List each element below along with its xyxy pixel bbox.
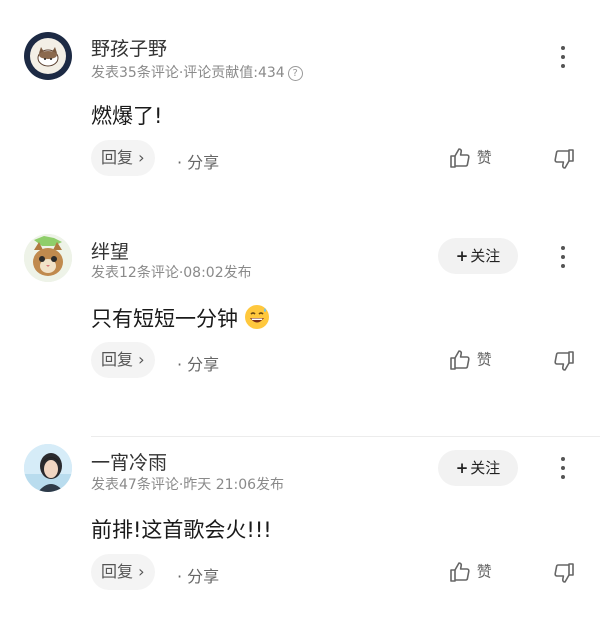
thumbs-up-icon bbox=[450, 350, 470, 370]
plus-icon: + bbox=[455, 247, 469, 265]
like-button[interactable]: 赞 bbox=[448, 348, 492, 372]
comment-meta: 发表12条评论·08:02发布 bbox=[91, 265, 252, 281]
like-label: 赞 bbox=[476, 562, 492, 581]
like-label: 赞 bbox=[476, 148, 492, 167]
avatar[interactable] bbox=[24, 234, 72, 282]
comment-meta: 发表47条评论·昨天 21:06发布 bbox=[91, 477, 285, 493]
avatar[interactable] bbox=[24, 444, 72, 492]
username[interactable]: 一宵冷雨 bbox=[91, 448, 167, 475]
share-button[interactable]: · 分享 bbox=[177, 563, 219, 587]
dislike-button[interactable] bbox=[552, 349, 576, 373]
thumbs-up-icon bbox=[450, 562, 470, 582]
comment-text: 前排!这首歌会火!!! bbox=[91, 518, 272, 542]
share-button[interactable]: · 分享 bbox=[177, 351, 219, 375]
follow-label: 关注 bbox=[470, 247, 501, 265]
like-button[interactable]: 赞 bbox=[448, 146, 492, 170]
thumbs-down-icon bbox=[554, 351, 574, 371]
more-options-icon[interactable] bbox=[560, 246, 566, 270]
dislike-button[interactable] bbox=[552, 561, 576, 585]
divider bbox=[91, 436, 600, 437]
like-label: 赞 bbox=[476, 350, 492, 369]
dislike-button[interactable] bbox=[552, 147, 576, 171]
thumbs-down-icon bbox=[554, 149, 574, 169]
username[interactable]: 绊望 bbox=[91, 237, 129, 264]
reply-button[interactable]: 回复 › bbox=[91, 342, 155, 378]
thumbs-down-icon bbox=[554, 563, 574, 583]
follow-button[interactable]: + 关注 bbox=[438, 238, 518, 274]
share-button[interactable]: · 分享 bbox=[177, 149, 219, 173]
more-options-icon[interactable] bbox=[560, 46, 566, 70]
thumbs-up-icon bbox=[450, 148, 470, 168]
reply-button[interactable]: 回复 › bbox=[91, 140, 155, 176]
more-options-icon[interactable] bbox=[560, 457, 566, 481]
comment-meta: 发表35条评论·评论贡献值:434? bbox=[91, 62, 303, 82]
comment-text: 燃爆了! bbox=[91, 104, 163, 128]
avatar[interactable] bbox=[24, 32, 72, 80]
like-button[interactable]: 赞 bbox=[448, 560, 492, 584]
reply-button[interactable]: 回复 › bbox=[91, 554, 155, 590]
follow-label: 关注 bbox=[470, 459, 501, 477]
follow-button[interactable]: + 关注 bbox=[438, 450, 518, 486]
help-icon[interactable]: ? bbox=[287, 66, 303, 81]
username[interactable]: 野孩子野 bbox=[91, 34, 167, 61]
comment-text: 只有短短一分钟 bbox=[91, 303, 270, 335]
meta-text: 发表35条评论·评论贡献值:434 bbox=[91, 65, 285, 81]
plus-icon: + bbox=[455, 459, 469, 477]
grinning-sweat-emoji bbox=[244, 304, 270, 335]
comment-text-content: 只有短短一分钟 bbox=[91, 307, 238, 331]
